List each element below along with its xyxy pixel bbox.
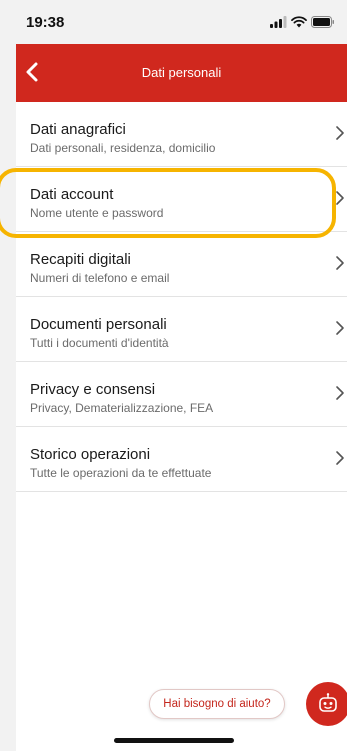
menu-item-subtitle: Tutte le operazioni da te effettuate	[30, 466, 212, 480]
battery-icon	[311, 16, 334, 28]
nav-bar: Dati personali	[16, 44, 347, 102]
menu-item-title: Recapiti digitali	[30, 251, 131, 268]
menu-list: Dati anagrafici Dati personali, residenz…	[16, 102, 347, 492]
status-icons	[270, 14, 335, 30]
menu-item-subtitle: Tutti i documenti d'identità	[30, 336, 169, 350]
menu-item-title: Documenti personali	[30, 316, 167, 333]
menu-item-title: Storico operazioni	[30, 446, 151, 463]
menu-item-subtitle: Numeri di telefono e email	[30, 271, 170, 285]
menu-item-documenti-personali[interactable]: Documenti personali Tutti i documenti d'…	[16, 297, 347, 362]
page-title: Dati personali	[141, 65, 222, 80]
menu-item-dati-account[interactable]: Dati account Nome utente e password	[16, 167, 347, 232]
menu-item-subtitle: Privacy, Dematerializzazione, FEA	[30, 401, 214, 415]
chatbot-button[interactable]	[306, 682, 347, 726]
chevron-right-icon	[336, 191, 344, 205]
menu-item-subtitle: Dati personali, residenza, domicilio	[30, 141, 216, 155]
chevron-right-icon	[336, 386, 344, 400]
chevron-right-icon	[336, 451, 344, 465]
app-content: Dati personali Dati anagrafici Dati pers…	[16, 44, 347, 751]
signal-icon	[270, 16, 287, 28]
chevron-right-icon	[336, 256, 344, 270]
status-time: 19:38	[26, 14, 65, 31]
menu-item-subtitle: Nome utente e password	[30, 206, 164, 220]
help-button[interactable]: Hai bisogno di aiuto?	[149, 689, 285, 719]
chevron-right-icon	[336, 321, 344, 335]
menu-item-title: Dati anagrafici	[30, 121, 126, 138]
phone-screen: 19:38 Dati personali Dati anagrafici Dat…	[0, 0, 347, 751]
menu-item-dati-anagrafici[interactable]: Dati anagrafici Dati personali, residenz…	[16, 102, 347, 167]
chatbot-icon	[319, 693, 337, 712]
menu-item-privacy-consensi[interactable]: Privacy e consensi Privacy, Dematerializ…	[16, 362, 347, 427]
menu-item-recapiti-digitali[interactable]: Recapiti digitali Numeri di telefono e e…	[16, 232, 347, 297]
menu-item-title: Dati account	[30, 186, 114, 203]
menu-item-storico-operazioni[interactable]: Storico operazioni Tutte le operazioni d…	[16, 427, 347, 492]
wifi-icon	[291, 16, 307, 28]
menu-item-title: Privacy e consensi	[30, 381, 156, 398]
chevron-right-icon	[336, 126, 344, 140]
status-bar: 19:38	[0, 0, 347, 44]
home-indicator	[114, 738, 234, 743]
